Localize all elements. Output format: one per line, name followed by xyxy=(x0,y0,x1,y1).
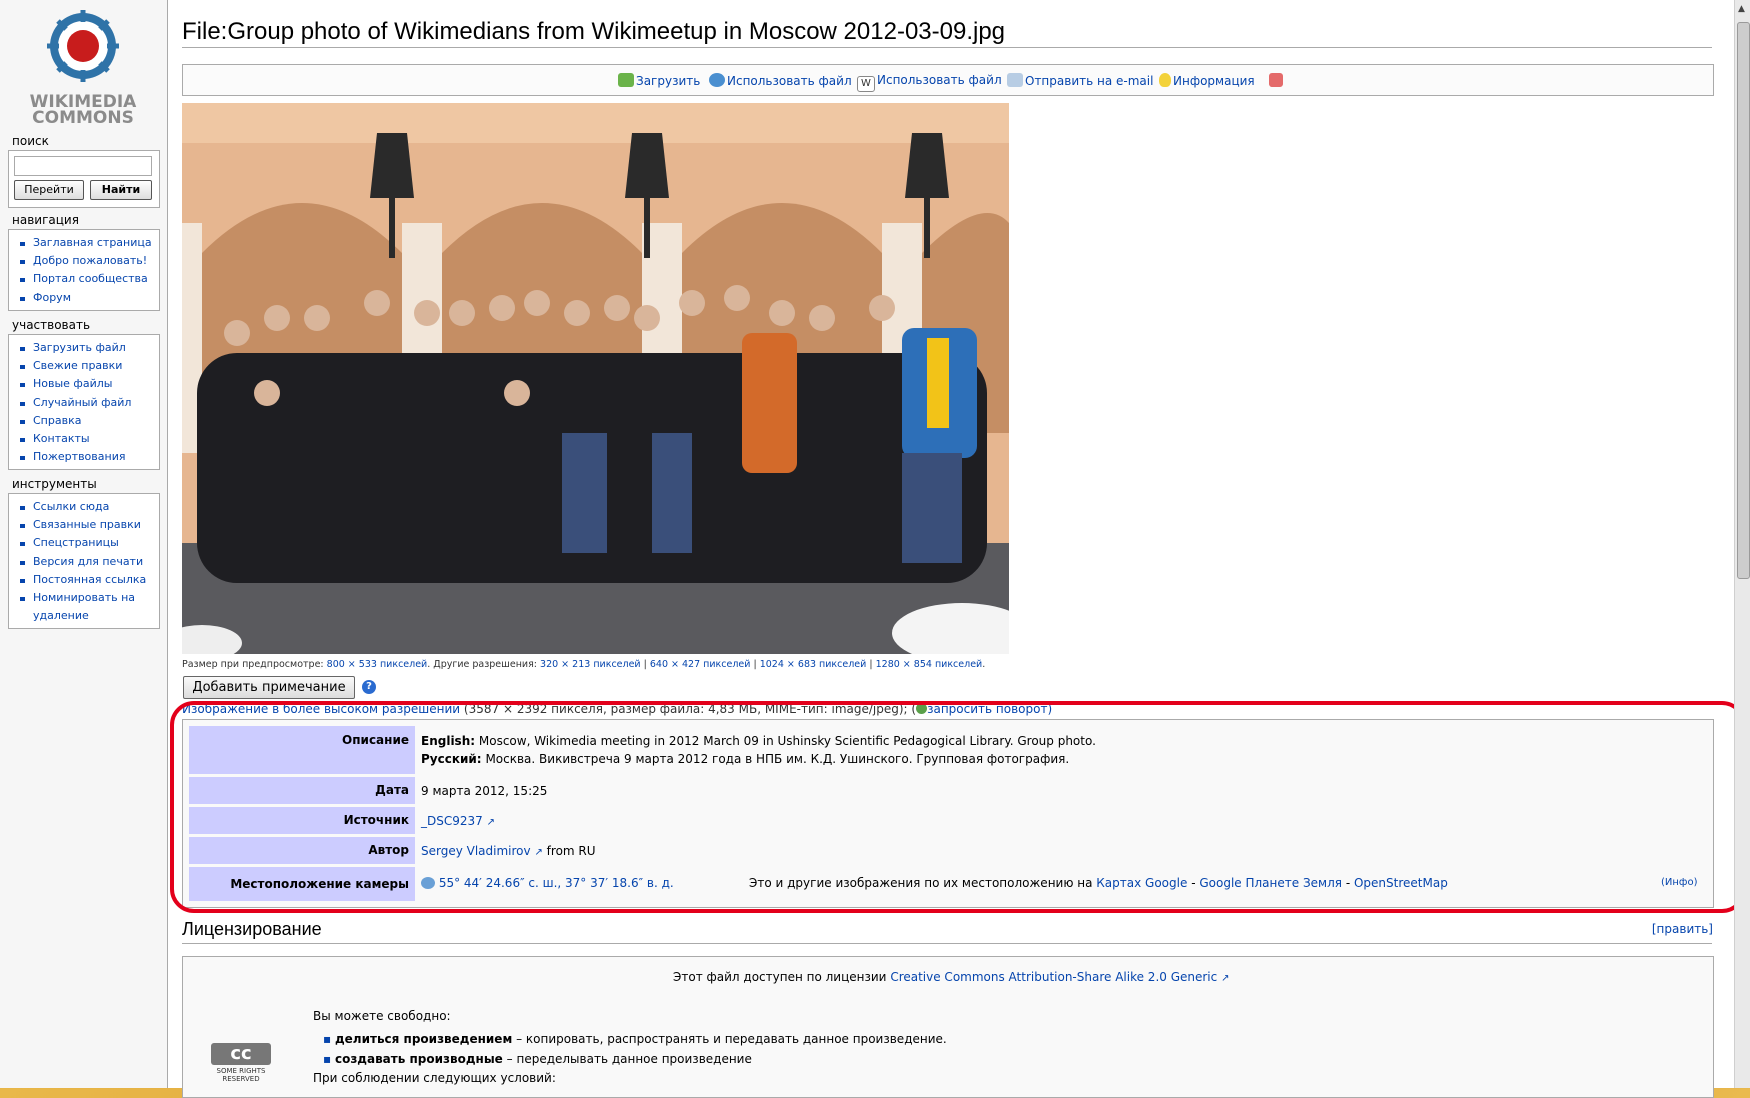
participate-item-random-file[interactable]: Случайный файл xyxy=(17,394,159,412)
res-link-1024[interactable]: 1024 × 683 пикселей xyxy=(760,659,867,670)
tools-item-nominate[interactable]: Номинировать на xyxy=(17,589,159,607)
tools-item-what-links-here[interactable]: Ссылки сюда xyxy=(17,498,159,516)
preview-label: Размер при предпросмотре: xyxy=(182,659,324,670)
upload-icon xyxy=(618,73,634,87)
res-separator-3: | xyxy=(869,659,873,670)
license-intro-text: Этот файл доступен по лицензии xyxy=(673,970,887,984)
tools-item-nominate-cont[interactable]: удаление xyxy=(17,607,159,625)
license-share-bold: делиться произведением xyxy=(334,1032,513,1046)
add-note-button[interactable]: Добавить примечание xyxy=(183,676,355,699)
search-input[interactable] xyxy=(14,156,152,176)
vertical-scrollbar[interactable]: ▲ xyxy=(1734,0,1750,1088)
toolbar-close[interactable] xyxy=(1269,73,1285,88)
browser-window: WIKIMEDIA COMMONS поиск Перейти Найти на… xyxy=(0,0,1746,1098)
cc-badge[interactable]: cc SOME RIGHTS RESERVED xyxy=(199,1043,283,1093)
participate-item-recent-changes[interactable]: Свежие правки xyxy=(17,357,159,375)
scroll-up-icon[interactable]: ▲ xyxy=(1738,4,1745,14)
commons-logo-icon xyxy=(47,10,119,82)
tools-portlet: Ссылки сюда Связанные правки Спецстраниц… xyxy=(8,493,160,629)
bullet-icon: ▪ xyxy=(323,1032,332,1046)
title-divider xyxy=(182,47,1712,48)
participate-item-donate[interactable]: Пожертвования xyxy=(17,448,159,466)
preview-other-label: . Другие разрешения: xyxy=(427,659,537,670)
nav-item-welcome[interactable]: Добро пожаловать! xyxy=(17,252,159,270)
toolbar-email-label: Отправить на e-mail xyxy=(1025,74,1154,88)
tools-item-permanent-link[interactable]: Постоянная ссылка xyxy=(17,571,159,589)
tools-item-printable[interactable]: Версия для печати xyxy=(17,553,159,571)
license-conditions: При соблюдении следующих условий: xyxy=(313,1071,556,1085)
tools-heading: инструменты xyxy=(12,477,97,491)
license-remix-bold: создавать производные xyxy=(334,1052,503,1066)
email-icon xyxy=(1007,73,1023,87)
file-toolbar: Загрузить Использовать файл W Использоват… xyxy=(182,64,1714,96)
logo-text-line2: COMMONS xyxy=(32,108,134,128)
search-heading: поиск xyxy=(12,134,49,148)
group-photo-image xyxy=(182,103,1009,654)
license-link[interactable]: Creative Commons Attribution-Share Alike… xyxy=(890,970,1217,984)
toolbar-use-file-1[interactable]: Использовать файл xyxy=(709,73,852,88)
nav-item-forum[interactable]: Форум xyxy=(17,289,159,307)
lightbulb-icon xyxy=(1159,73,1171,87)
toolbar-upload-label: Загрузить xyxy=(636,74,701,88)
help-icon[interactable]: ? xyxy=(362,680,376,694)
search-button[interactable]: Найти xyxy=(90,180,152,200)
tools-item-special-pages[interactable]: Спецстраницы xyxy=(17,534,159,552)
go-button[interactable]: Перейти xyxy=(14,180,84,200)
toolbar-use-file-2[interactable]: W Использовать файл xyxy=(857,73,1002,92)
external-link-icon: ↗ xyxy=(1221,973,1230,984)
bullet-icon: ▪ xyxy=(323,1052,332,1066)
preview-size-link[interactable]: 800 × 533 пикселей xyxy=(327,659,428,670)
licensing-heading: Лицензирование xyxy=(182,919,322,939)
licensing-edit-link[interactable]: [править] xyxy=(1652,922,1713,936)
toolbar-use-file-2-label: Использовать файл xyxy=(877,73,1002,87)
res-link-640[interactable]: 640 × 427 пикселей xyxy=(650,659,751,670)
res-separator-1: | xyxy=(643,659,647,670)
highlight-annotation xyxy=(170,701,1746,913)
participate-item-contacts[interactable]: Контакты xyxy=(17,430,159,448)
license-share-text: – копировать, распространять и передават… xyxy=(516,1032,947,1046)
main-content: File:Group photo of Wikimedians from Wik… xyxy=(167,0,1735,1098)
nav-item-main-page[interactable]: Заглавная страница xyxy=(17,234,159,252)
nav-heading: навигация xyxy=(12,213,79,227)
nav-portlet: Заглавная страница Добро пожаловать! Пор… xyxy=(8,229,160,311)
tools-item-related-changes[interactable]: Связанные правки xyxy=(17,516,159,534)
license-box: Этот файл доступен по лицензии Creative … xyxy=(182,956,1714,1098)
toolbar-use-file-1-label: Использовать файл xyxy=(727,74,852,88)
res-link-1280[interactable]: 1280 × 854 пикселей xyxy=(876,659,983,670)
res-list-end: . xyxy=(982,659,986,670)
cc-small-text: SOME RIGHTS RESERVED xyxy=(216,1067,266,1083)
toolbar-email[interactable]: Отправить на e-mail xyxy=(1007,73,1153,88)
license-share: ▪ делиться произведением – копировать, р… xyxy=(323,1032,947,1046)
wikimedia-commons-logo[interactable]: WIKIMEDIA COMMONS xyxy=(8,0,158,128)
preview-sizes: Размер при предпросмотре: 800 × 533 пикс… xyxy=(182,659,985,670)
toolbar-info[interactable]: Информация xyxy=(1159,73,1255,88)
participate-item-new-files[interactable]: Новые файлы xyxy=(17,375,159,393)
res-separator-2: | xyxy=(753,659,757,670)
licensing-divider xyxy=(182,943,1712,944)
toolbar-upload[interactable]: Загрузить xyxy=(618,73,700,88)
close-icon xyxy=(1269,73,1283,87)
participate-item-upload[interactable]: Загрузить файл xyxy=(17,339,159,357)
toolbar-info-label: Информация xyxy=(1173,74,1255,88)
group-photo[interactable] xyxy=(182,103,1009,654)
scrollbar-thumb[interactable] xyxy=(1737,22,1750,579)
cc-logo-icon: cc xyxy=(211,1043,271,1065)
globe-icon xyxy=(709,73,725,87)
license-free: Вы можете свободно: xyxy=(313,1009,451,1023)
participate-portlet: Загрузить файл Свежие правки Новые файлы… xyxy=(8,334,160,470)
participate-item-help[interactable]: Справка xyxy=(17,412,159,430)
nav-item-community-portal[interactable]: Портал сообщества xyxy=(17,270,159,288)
license-remix-text: – переделывать данное произведение xyxy=(506,1052,752,1066)
page-title: File:Group photo of Wikimedians from Wik… xyxy=(182,18,1006,45)
license-remix: ▪ создавать производные – переделывать д… xyxy=(323,1052,752,1066)
participate-heading: участвовать xyxy=(12,318,91,332)
res-link-320[interactable]: 320 × 213 пикселей xyxy=(540,659,641,670)
license-intro: Этот файл доступен по лицензии Creative … xyxy=(673,970,1229,984)
wikipedia-w-icon: W xyxy=(857,76,875,92)
